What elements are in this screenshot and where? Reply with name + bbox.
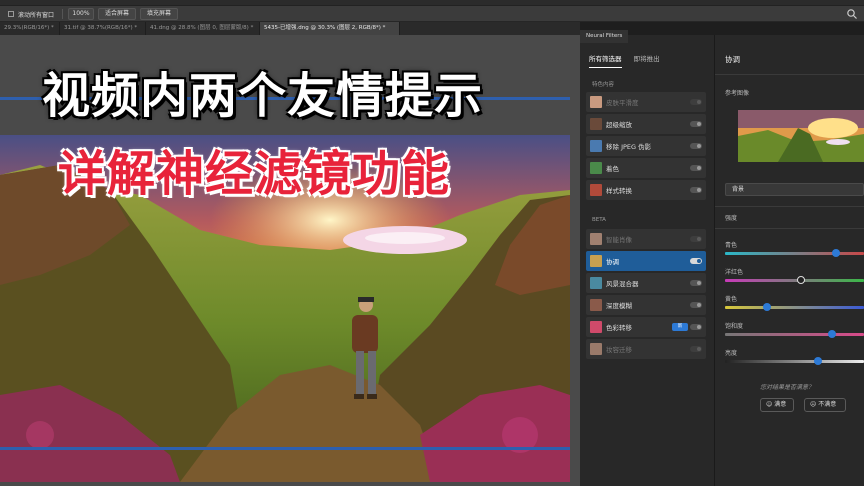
overlay-title-line2: 详解神经滤镜功能 xyxy=(58,146,451,202)
magenta-slider[interactable] xyxy=(725,276,864,284)
smile-icon: ☺ xyxy=(766,401,773,408)
scroll-all-label: 滚动所有窗口 xyxy=(18,12,55,19)
filter-label: 协调 xyxy=(606,258,619,266)
yellow-label: 黄色 xyxy=(725,296,738,303)
filter-toggle[interactable] xyxy=(690,346,702,352)
filter-landscape-mixer[interactable]: 风景混合器 xyxy=(586,273,706,293)
filter-toggle[interactable] xyxy=(690,280,702,286)
color-transfer-icon xyxy=(590,321,602,333)
yellow-slider[interactable] xyxy=(725,303,864,311)
landscape-icon xyxy=(590,277,602,289)
cyan-label: 青色 xyxy=(725,242,738,249)
featured-heading: 特色内容 xyxy=(592,82,615,88)
filter-label: 妆容迁移 xyxy=(606,346,632,354)
filter-makeup-transfer[interactable]: 妆容迁移 xyxy=(586,339,706,359)
saturation-label: 饱和度 xyxy=(725,323,744,330)
panel-tab-bar: Neural Filters xyxy=(580,22,864,43)
search-icon[interactable] xyxy=(846,8,858,20)
slider-knob[interactable] xyxy=(762,303,771,311)
filter-color-transfer[interactable]: 色彩转移 新 xyxy=(586,317,706,337)
saturation-slider[interactable] xyxy=(725,330,864,338)
slider-knob[interactable] xyxy=(832,249,841,257)
filter-label: 风景混合器 xyxy=(606,280,639,288)
layer-select[interactable]: 背景 xyxy=(725,183,864,196)
magenta-label: 洋红色 xyxy=(725,269,744,276)
filter-label: 超级缩放 xyxy=(606,121,632,129)
separator xyxy=(715,206,864,207)
document-tab-bar: 29.3%(RGB/16*) * 31.tif @ 38.7%(RGB/16*)… xyxy=(0,22,580,35)
portrait-icon xyxy=(590,96,602,108)
filter-label: 移除 JPEG 伪影 xyxy=(606,143,652,151)
filter-toggle[interactable] xyxy=(690,187,702,193)
overlay-title-line1: 视频内两个友情提示 xyxy=(42,68,484,124)
jpeg-icon xyxy=(590,140,602,152)
filter-toggle[interactable] xyxy=(690,302,702,308)
tab-coming-soon[interactable]: 即将推出 xyxy=(634,53,660,67)
filter-toggle[interactable] xyxy=(690,99,702,105)
tab-all-filters[interactable]: 所有筛选器 xyxy=(589,53,622,68)
separator xyxy=(715,74,864,75)
filter-label: 深度模糊 xyxy=(606,302,632,310)
filter-harmonization[interactable]: 协调 xyxy=(586,251,706,271)
beta-heading: BETA xyxy=(592,217,606,223)
guide-line xyxy=(0,447,570,450)
options-divider xyxy=(62,9,63,19)
slider-knob[interactable] xyxy=(814,357,823,365)
feedback-question: 您对结果是否满意？ xyxy=(760,384,815,391)
separator xyxy=(715,228,864,229)
satisfied-button[interactable]: ☺ 满意 xyxy=(760,398,794,412)
filter-toggle[interactable] xyxy=(690,165,702,171)
panel-divider xyxy=(714,35,715,486)
filter-label: 样式转换 xyxy=(606,187,632,195)
filter-label: 智能肖像 xyxy=(606,236,632,244)
style-icon xyxy=(590,184,602,196)
filter-super-zoom[interactable]: 超级缩放 xyxy=(586,114,706,134)
portrait-icon xyxy=(590,233,602,245)
doc-tab[interactable]: 41.dng @ 28.8% (图层 0, 图层蒙版/8) * xyxy=(146,22,260,35)
options-bar: 滚动所有窗口 100% 适合屏幕 填充屏幕 xyxy=(0,6,864,22)
unsatisfied-button[interactable]: ☹ 不满意 xyxy=(804,398,846,412)
filter-depth-blur[interactable]: 深度模糊 xyxy=(586,295,706,315)
depth-icon xyxy=(590,299,602,311)
slider-knob[interactable] xyxy=(828,330,837,338)
reference-image-label: 参考图像 xyxy=(725,90,750,97)
fill-screen-button[interactable]: 填充屏幕 xyxy=(140,8,178,20)
filter-title: 协调 xyxy=(725,55,740,64)
slider-knob[interactable] xyxy=(797,276,806,284)
colorize-icon xyxy=(590,162,602,174)
doc-tab-active[interactable]: 5435-已增强.dng @ 30.3% (图层 2, RGB/8*) * xyxy=(260,22,400,35)
filter-label: 色彩转移 xyxy=(606,324,632,332)
filter-colorize[interactable]: 着色 xyxy=(586,158,706,178)
panel-tab[interactable]: Neural Filters xyxy=(580,30,629,43)
scroll-all-checkbox[interactable] xyxy=(8,11,14,17)
filter-subtabs: 所有筛选器 即将推出 xyxy=(589,53,670,68)
filter-toggle[interactable] xyxy=(690,236,702,242)
doc-tab[interactable]: 29.3%(RGB/16*) * xyxy=(0,22,60,35)
neural-filters-panel: Neural Filters 所有筛选器 即将推出 特色内容 皮肤平滑度 超级缩… xyxy=(580,22,864,486)
new-badge: 新 xyxy=(672,323,688,331)
cyan-slider[interactable] xyxy=(725,249,864,257)
zoom-100-button[interactable]: 100% xyxy=(68,8,94,20)
filter-label: 皮肤平滑度 xyxy=(606,99,639,107)
filter-style-transfer[interactable]: 样式转换 xyxy=(586,180,706,200)
fit-screen-button[interactable]: 适合屏幕 xyxy=(98,8,136,20)
strength-label: 强度 xyxy=(725,215,738,222)
filter-toggle[interactable] xyxy=(690,258,702,264)
brightness-slider[interactable] xyxy=(725,357,864,365)
makeup-icon xyxy=(590,343,602,355)
zoom-icon xyxy=(590,118,602,130)
filter-toggle[interactable] xyxy=(690,143,702,149)
frown-icon: ☹ xyxy=(810,401,817,408)
filter-skin-smoothing[interactable]: 皮肤平滑度 xyxy=(586,92,706,112)
reference-image-thumbnail[interactable] xyxy=(738,110,864,162)
brightness-label: 亮度 xyxy=(725,350,738,357)
filter-label: 着色 xyxy=(606,165,619,173)
harmonize-icon xyxy=(590,255,602,267)
doc-tab[interactable]: 31.tif @ 38.7%(RGB/16*) * xyxy=(60,22,146,35)
filter-toggle[interactable] xyxy=(690,324,702,330)
filter-jpeg-artifacts[interactable]: 移除 JPEG 伪影 xyxy=(586,136,706,156)
filter-smart-portrait[interactable]: 智能肖像 xyxy=(586,229,706,249)
filter-toggle[interactable] xyxy=(690,121,702,127)
